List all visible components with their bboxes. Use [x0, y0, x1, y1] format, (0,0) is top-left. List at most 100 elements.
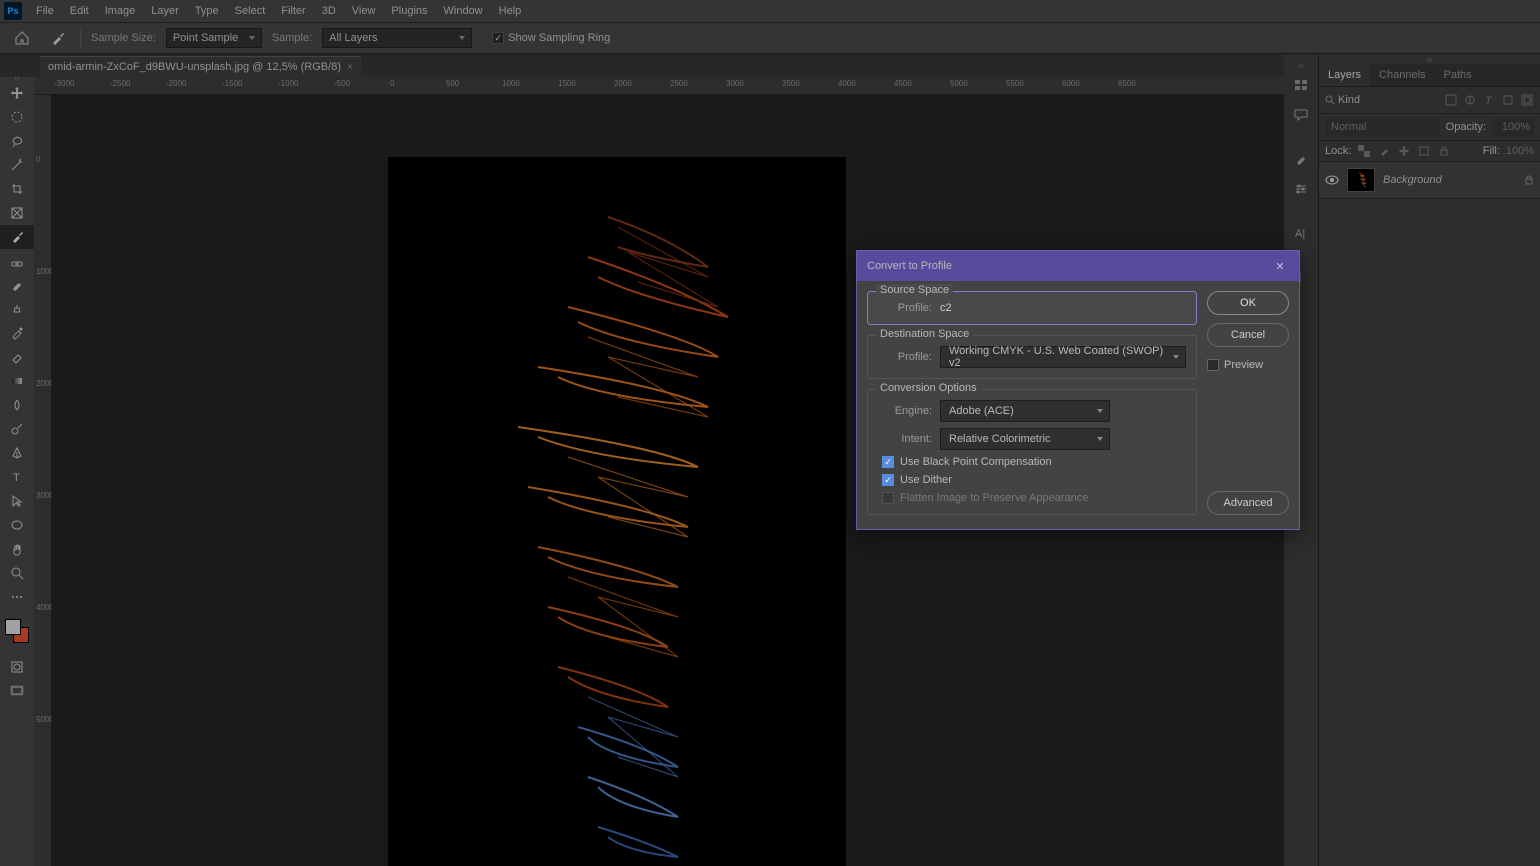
marquee-tool-icon[interactable] — [0, 105, 34, 129]
brushes-panel-icon[interactable] — [1284, 144, 1318, 174]
filter-shape-icon[interactable] — [1501, 93, 1515, 107]
filter-type-icon[interactable]: T — [1482, 93, 1496, 107]
app-logo-icon: Ps — [4, 2, 22, 20]
menu-help[interactable]: Help — [491, 0, 530, 22]
opacity-field[interactable]: 100% — [1492, 118, 1534, 136]
collapse-panels-icon[interactable]: ‹‹ — [1319, 55, 1540, 64]
filter-adjust-icon[interactable] — [1463, 93, 1477, 107]
eraser-tool-icon[interactable] — [0, 345, 34, 369]
color-swatch[interactable] — [3, 617, 31, 645]
screen-mode-icon[interactable] — [0, 679, 34, 703]
layer-filter-kind[interactable]: Kind — [1325, 94, 1360, 106]
sample-size-select[interactable]: Point Sample — [166, 28, 262, 48]
sample-select[interactable]: All Layers — [322, 28, 472, 48]
lock-position-icon[interactable] — [1397, 145, 1411, 157]
lock-transparency-icon[interactable] — [1357, 145, 1371, 157]
adjustments-panel-icon[interactable] — [1284, 174, 1318, 204]
collapse-strip-icon[interactable]: ‹‹ — [1284, 61, 1318, 70]
ruler-tick: 2000 — [614, 79, 632, 88]
menu-file[interactable]: File — [28, 0, 62, 22]
layer-filter-row: Kind T — [1319, 87, 1540, 114]
black-point-checkbox-row[interactable]: Use Black Point Compensation — [878, 456, 1186, 468]
eyedropper-tool-icon[interactable] — [46, 27, 70, 49]
lock-paint-icon[interactable] — [1377, 145, 1391, 157]
color-panel-icon[interactable] — [1284, 70, 1318, 100]
dodge-tool-icon[interactable] — [0, 417, 34, 441]
flatten-label: Flatten Image to Preserve Appearance — [900, 492, 1088, 504]
magic-wand-tool-icon[interactable] — [0, 153, 34, 177]
type-tool-icon[interactable]: T — [0, 465, 34, 489]
menu-edit[interactable]: Edit — [62, 0, 97, 22]
more-tools-icon[interactable] — [0, 585, 34, 609]
crop-tool-icon[interactable] — [0, 177, 34, 201]
history-brush-tool-icon[interactable] — [0, 321, 34, 345]
comments-panel-icon[interactable] — [1284, 100, 1318, 130]
eyedropper-tool-icon[interactable] — [0, 225, 34, 249]
lasso-tool-icon[interactable] — [0, 129, 34, 153]
menu-plugins[interactable]: Plugins — [383, 0, 435, 22]
menu-window[interactable]: Window — [436, 0, 491, 22]
tab-layers[interactable]: Layers — [1319, 64, 1370, 86]
filter-pixel-icon[interactable] — [1444, 93, 1458, 107]
ruler-tick: 4000 — [838, 79, 856, 88]
lock-icon[interactable] — [1524, 174, 1534, 186]
dither-checkbox-row[interactable]: Use Dither — [878, 474, 1186, 486]
preview-checkbox[interactable] — [1207, 359, 1219, 371]
engine-select[interactable]: Adobe (ACE) — [940, 400, 1110, 422]
menu-view[interactable]: View — [344, 0, 384, 22]
panel-tabs: Layers Channels Paths — [1319, 64, 1540, 87]
intent-select[interactable]: Relative Colorimetric — [940, 428, 1110, 450]
ruler-horizontal[interactable]: -3000 -2500 -2000 -1500 -1000 -500 0 500… — [34, 77, 1284, 95]
layer-filter-kind-label: Kind — [1338, 94, 1360, 106]
ruler-tick: 3000 — [726, 79, 744, 88]
menu-image[interactable]: Image — [97, 0, 144, 22]
document-tab[interactable]: omid-armin-ZxCoF_d9BWU-unsplash.jpg @ 12… — [40, 56, 361, 77]
blur-tool-icon[interactable] — [0, 393, 34, 417]
dialog-titlebar[interactable]: Convert to Profile ✕ — [857, 251, 1299, 281]
collapse-tools-icon[interactable]: ›› — [0, 73, 34, 80]
shape-tool-icon[interactable] — [0, 513, 34, 537]
filter-smart-icon[interactable] — [1520, 93, 1534, 107]
dither-checkbox[interactable] — [882, 474, 894, 486]
lock-artboard-icon[interactable] — [1417, 145, 1431, 157]
source-profile-label: Profile: — [878, 302, 932, 314]
lock-all-icon[interactable] — [1437, 145, 1451, 157]
character-panel-icon[interactable]: A| — [1284, 218, 1318, 248]
menu-type[interactable]: Type — [187, 0, 227, 22]
gradient-tool-icon[interactable] — [0, 369, 34, 393]
layer-thumbnail[interactable] — [1347, 168, 1375, 192]
layer-row[interactable]: Background — [1319, 162, 1540, 199]
cancel-button[interactable]: Cancel — [1207, 323, 1289, 347]
pen-tool-icon[interactable] — [0, 441, 34, 465]
layer-name[interactable]: Background — [1383, 174, 1442, 186]
home-icon[interactable] — [8, 27, 36, 49]
blend-mode-select[interactable]: Normal — [1325, 118, 1440, 136]
advanced-button[interactable]: Advanced — [1207, 491, 1289, 515]
tab-paths[interactable]: Paths — [1435, 64, 1481, 86]
menu-filter[interactable]: Filter — [273, 0, 313, 22]
path-select-tool-icon[interactable] — [0, 489, 34, 513]
preview-checkbox-row[interactable]: Preview — [1207, 359, 1289, 371]
frame-tool-icon[interactable] — [0, 201, 34, 225]
menu-3d[interactable]: 3D — [314, 0, 344, 22]
menu-select[interactable]: Select — [227, 0, 274, 22]
destination-profile-select[interactable]: Working CMYK - U.S. Web Coated (SWOP) v2 — [940, 346, 1186, 368]
show-sampling-ring-checkbox[interactable] — [492, 32, 504, 44]
fill-field[interactable]: 100% — [1506, 145, 1534, 157]
ok-button[interactable]: OK — [1207, 291, 1289, 315]
foreground-color-icon[interactable] — [5, 619, 21, 635]
menu-layer[interactable]: Layer — [143, 0, 187, 22]
black-point-checkbox[interactable] — [882, 456, 894, 468]
close-tab-icon[interactable]: × — [347, 62, 353, 73]
hand-tool-icon[interactable] — [0, 537, 34, 561]
brush-tool-icon[interactable] — [0, 273, 34, 297]
ruler-vertical[interactable]: 0 1000 2000 3000 4000 5000 — [34, 95, 52, 866]
move-tool-icon[interactable] — [0, 81, 34, 105]
zoom-tool-icon[interactable] — [0, 561, 34, 585]
quick-mask-icon[interactable] — [0, 655, 34, 679]
tab-channels[interactable]: Channels — [1370, 64, 1434, 86]
clone-stamp-tool-icon[interactable] — [0, 297, 34, 321]
close-icon[interactable]: ✕ — [1271, 257, 1289, 275]
visibility-icon[interactable] — [1325, 175, 1339, 185]
healing-brush-tool-icon[interactable] — [0, 249, 34, 273]
